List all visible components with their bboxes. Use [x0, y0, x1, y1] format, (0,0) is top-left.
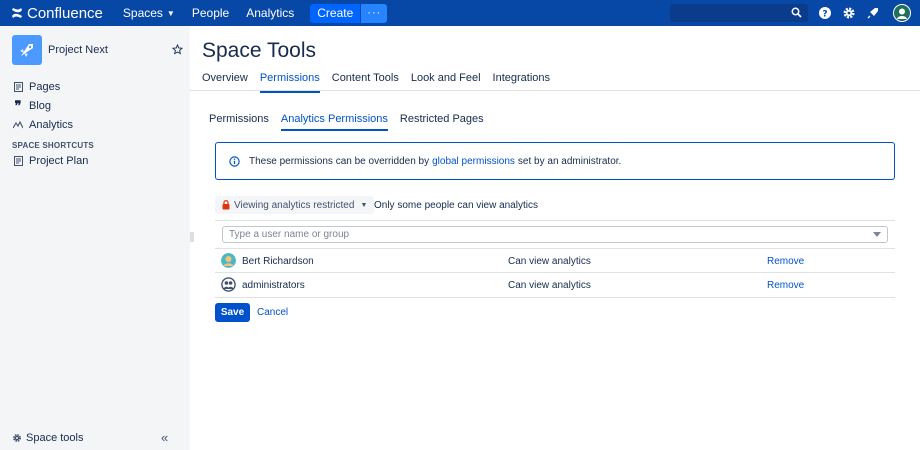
cancel-button[interactable]: Cancel: [257, 307, 288, 318]
remove-link[interactable]: Remove: [767, 280, 804, 291]
user-group-search-input[interactable]: Type a user name or group: [222, 226, 888, 243]
chevron-down-icon: ▼: [166, 8, 175, 18]
gear-icon: [13, 434, 21, 442]
nav-analytics-label: Analytics: [246, 6, 295, 20]
rocket-icon: [15, 38, 39, 62]
top-navigation: Confluence Spaces ▼ People Analytics Cre…: [0, 0, 920, 26]
sidebar-item-label: Pages: [29, 81, 61, 93]
nav-spaces-label: Spaces: [122, 6, 163, 20]
info-icon: [229, 155, 240, 167]
pages-icon: [12, 82, 24, 92]
permissions-subtabs: Permissions Analytics Permissions Restri…: [209, 113, 496, 131]
confluence-icon: [12, 8, 22, 18]
user-input-placeholder: Type a user name or group: [229, 229, 350, 240]
space-tools-link[interactable]: Space tools: [12, 432, 83, 444]
nav-people-label: People: [191, 6, 230, 20]
brand-name: Confluence: [27, 4, 103, 22]
table-row-permission: Can view analytics: [508, 256, 591, 267]
group-icon: [221, 277, 236, 292]
restriction-description: Only some people can view analytics: [374, 200, 538, 211]
quote-icon: ❞: [14, 98, 22, 113]
global-permissions-link[interactable]: global permissions: [432, 156, 515, 167]
row-divider: [215, 248, 895, 249]
page-icon: [12, 156, 24, 166]
shortcut-project-plan[interactable]: Project Plan: [12, 155, 88, 167]
page-title: Space Tools: [202, 39, 317, 62]
space-logo[interactable]: [12, 35, 42, 65]
restriction-label: Viewing analytics restricted: [234, 199, 355, 211]
analytics-icon: [12, 121, 24, 129]
subtab-permissions[interactable]: Permissions: [209, 113, 269, 131]
sidebar: Project Next Pages ❞ Blog Analytics SPAC…: [0, 26, 190, 450]
row-divider: [215, 297, 895, 298]
help-icon[interactable]: ?: [818, 6, 832, 20]
space-header[interactable]: Project Next: [12, 35, 108, 65]
info-text-after: set by an administrator.: [517, 155, 622, 167]
save-button[interactable]: Save: [215, 303, 250, 322]
confluence-logo[interactable]: Confluence: [11, 5, 103, 22]
info-text-before: These permissions can be overridden by: [249, 155, 430, 167]
create-button[interactable]: Create: [310, 3, 361, 23]
sidebar-item-label: Analytics: [29, 119, 74, 131]
sidebar-item-label: Project Plan: [29, 155, 89, 167]
subtab-restricted-pages[interactable]: Restricted Pages: [400, 113, 484, 131]
sidebar-item-pages[interactable]: Pages: [12, 81, 60, 93]
sidebar-item-analytics[interactable]: Analytics: [12, 119, 73, 131]
info-message: These permissions can be overridden by g…: [215, 142, 895, 180]
tabs-divider: [190, 90, 920, 91]
lock-icon: [222, 200, 230, 210]
subtab-analytics-permissions[interactable]: Analytics Permissions: [280, 113, 388, 131]
avatar-icon: [894, 5, 910, 21]
notifications-icon[interactable]: [866, 6, 880, 20]
nav-spaces[interactable]: Spaces ▼: [123, 6, 175, 20]
user-avatar-icon: [221, 253, 236, 268]
remove-link[interactable]: Remove: [767, 256, 804, 267]
table-row-name: administrators: [242, 280, 305, 291]
search-input[interactable]: [670, 4, 808, 22]
search-icon: [791, 7, 802, 18]
space-shortcuts-heading: SPACE SHORTCUTS: [12, 141, 94, 150]
space-name[interactable]: Project Next: [48, 44, 108, 56]
sidebar-item-blog[interactable]: ❞ Blog: [12, 98, 52, 113]
nav-analytics[interactable]: Analytics: [246, 6, 294, 20]
chevron-down-icon[interactable]: [873, 232, 881, 237]
user-avatar[interactable]: [893, 4, 911, 22]
svg-text:?: ?: [822, 10, 827, 20]
nav-people[interactable]: People: [192, 6, 229, 20]
more-icon: ···: [367, 7, 382, 19]
chevron-down-icon: ▼: [360, 201, 368, 209]
resize-handle-icon[interactable]: [190, 232, 194, 242]
sidebar-item-label: Blog: [29, 100, 52, 112]
space-tools-label: Space tools: [26, 432, 84, 444]
row-divider: [215, 272, 895, 273]
collapse-sidebar-button[interactable]: «: [161, 430, 168, 445]
create-more-button[interactable]: ···: [361, 3, 388, 23]
table-row-name: Bert Richardson: [242, 256, 314, 267]
table-divider: [215, 220, 895, 221]
analytics-restriction-dropdown[interactable]: Viewing analytics restricted ▼: [215, 196, 375, 214]
create-button-label: Create: [317, 6, 354, 20]
star-icon[interactable]: [172, 44, 183, 55]
gear-icon[interactable]: [842, 6, 856, 20]
table-row-permission: Can view analytics: [508, 280, 591, 291]
